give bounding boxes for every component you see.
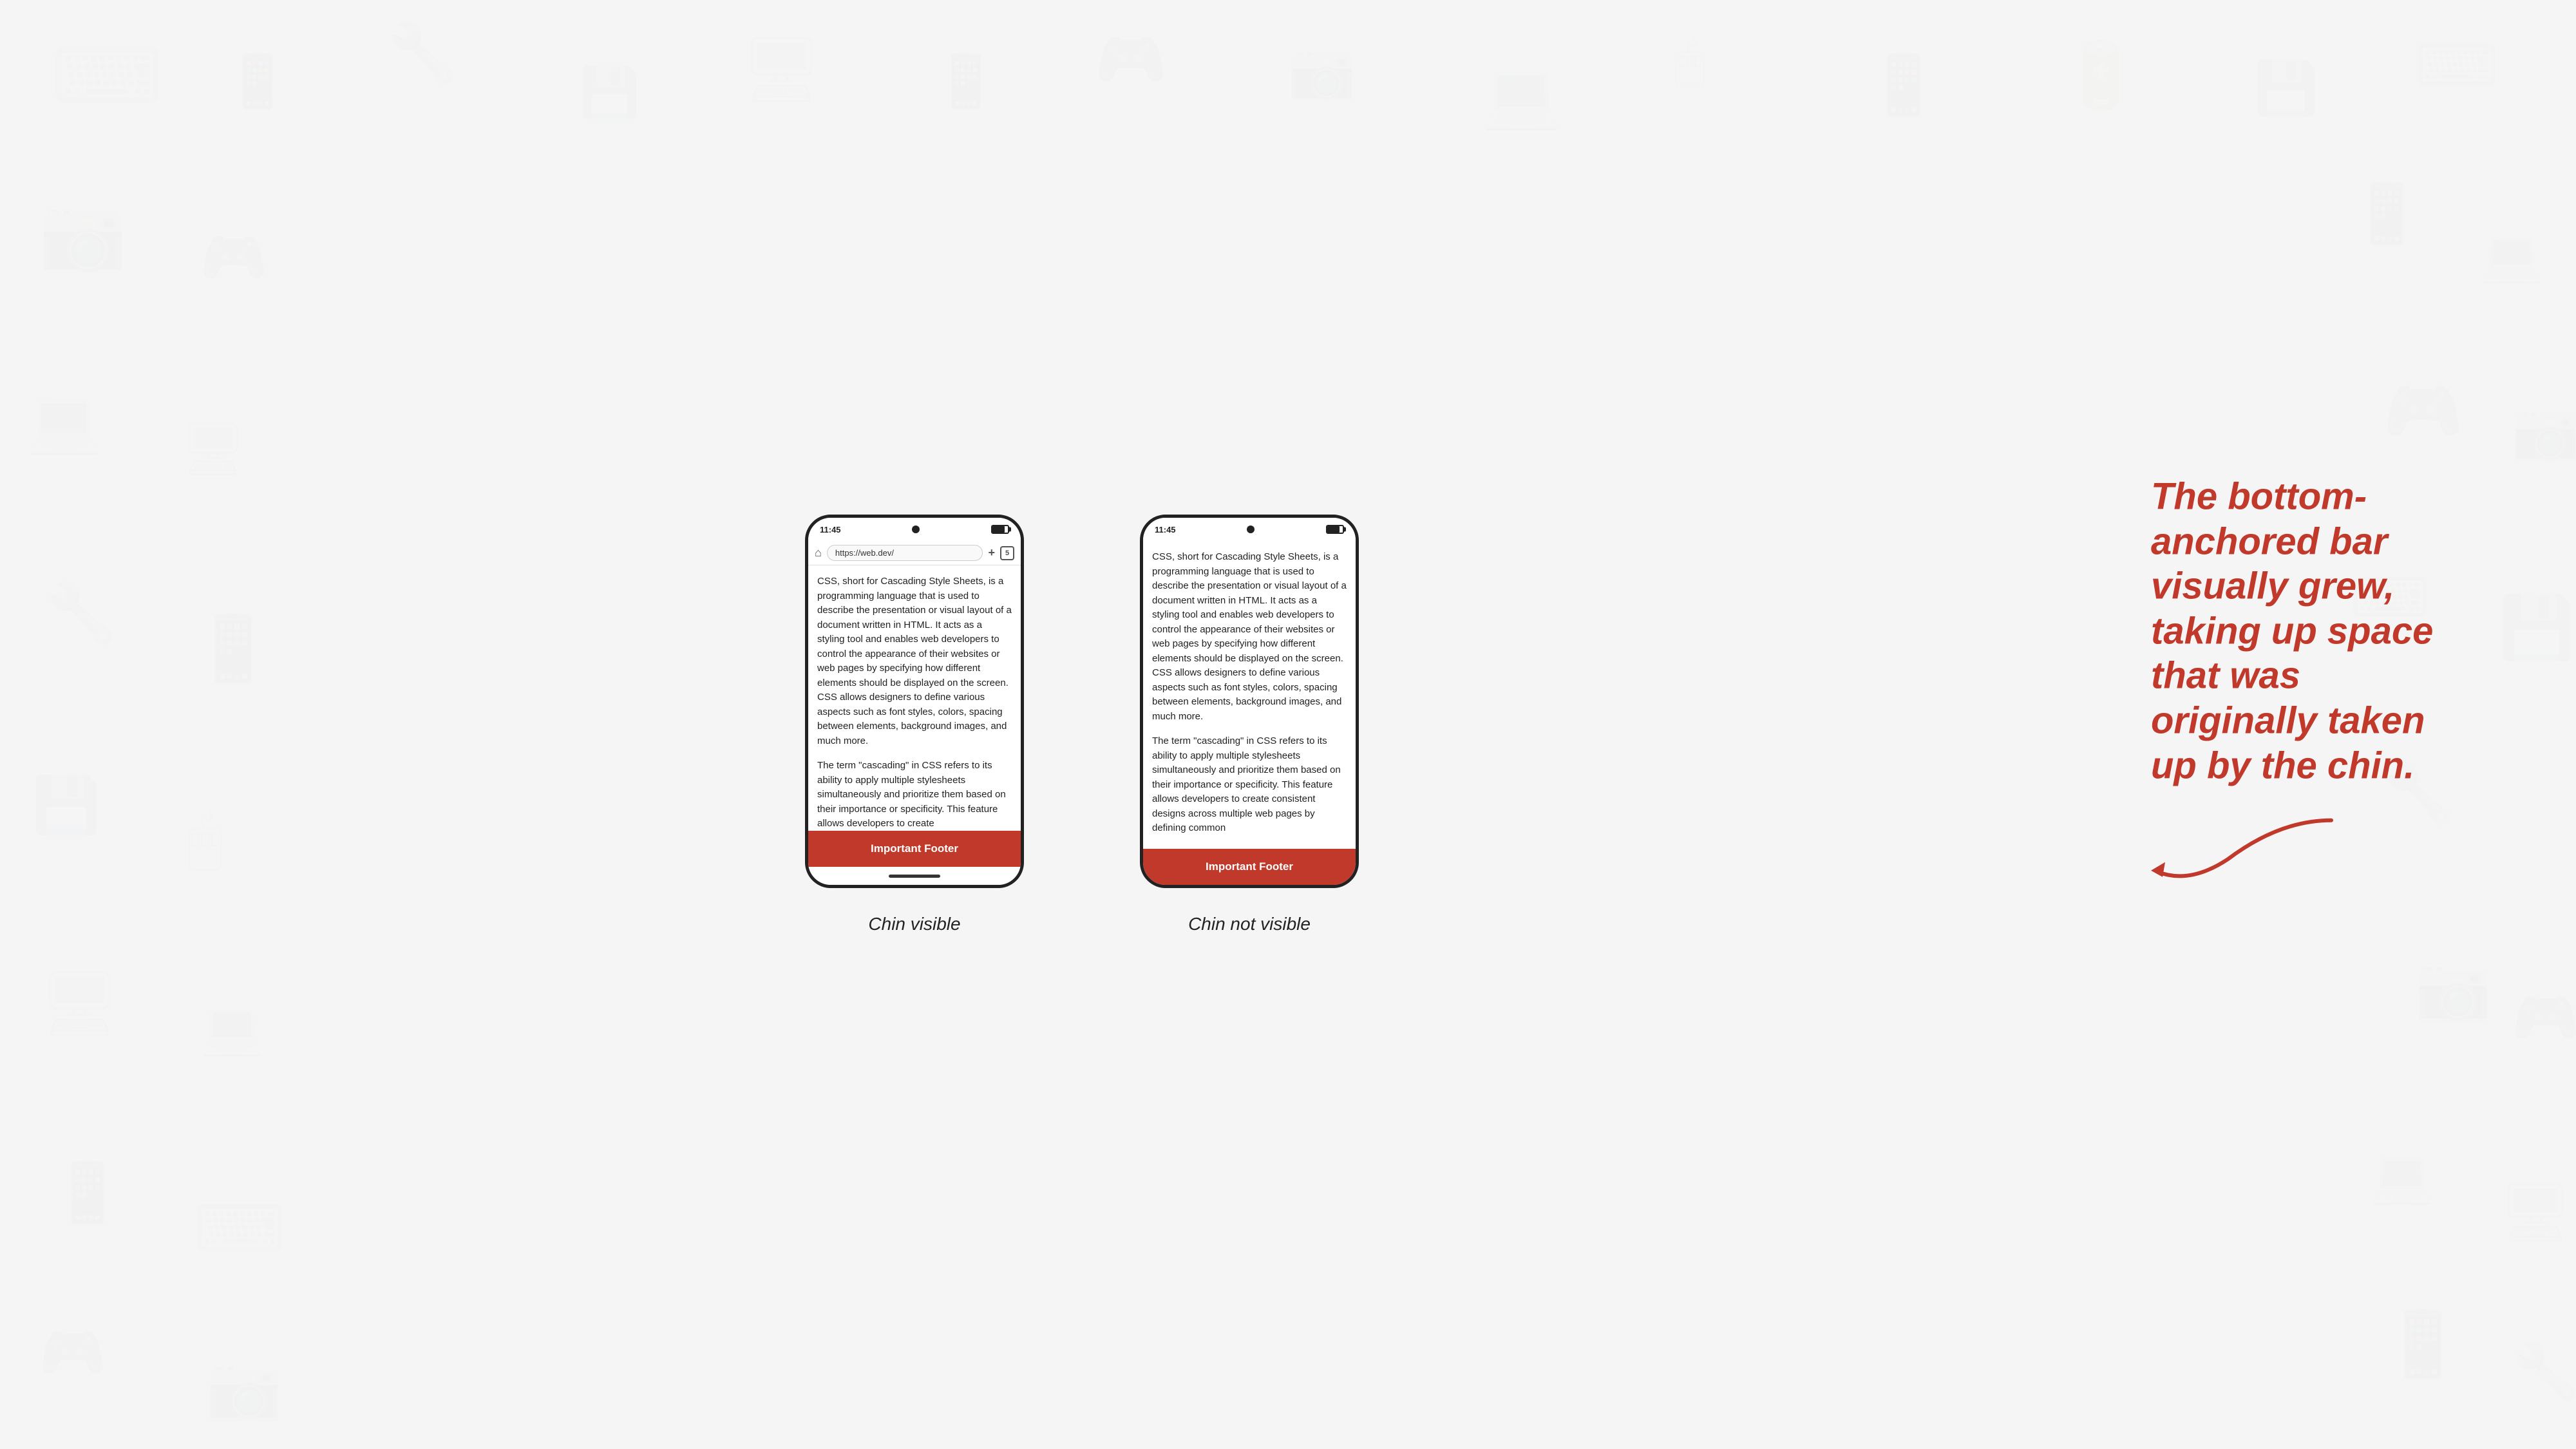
status-bar-1: 11:45 [808, 518, 1021, 541]
phone-mockup-1: 11:45 ⌂ https://web.dev/ + 5 CSS, short … [805, 515, 1024, 888]
content-paragraph-1-0: CSS, short for Cascading Style Sheets, i… [817, 574, 1012, 748]
phone-footer-2: Important Footer [1143, 849, 1356, 885]
plus-icon-1[interactable]: + [988, 546, 995, 560]
annotation-container: The bottom-anchored barvisually grew,tak… [2151, 475, 2524, 891]
phone-mockup-2: 11:45 CSS, short for Cascading Style She… [1140, 515, 1359, 888]
caption-chin-visible: Chin visible [868, 914, 960, 934]
battery-fill-2 [1327, 526, 1340, 533]
battery-fill-1 [992, 526, 1005, 533]
status-time-1: 11:45 [820, 525, 841, 535]
phone-footer-1: Important Footer [808, 831, 1021, 867]
arrow-container [2151, 808, 2524, 891]
main-content: 11:45 ⌂ https://web.dev/ + 5 CSS, short … [805, 515, 1359, 934]
camera-dot-1 [912, 526, 920, 533]
chin-bar-1 [889, 875, 940, 878]
phone-content-2: CSS, short for Cascading Style Sheets, i… [1143, 541, 1356, 849]
footer-label-1: Important Footer [871, 842, 958, 855]
phone-chin-visible: 11:45 ⌂ https://web.dev/ + 5 CSS, short … [805, 515, 1024, 934]
content-paragraph-2-1: The term "cascading" in CSS refers to it… [1152, 734, 1347, 836]
tab-count-1[interactable]: 5 [1000, 546, 1014, 560]
annotation-line-originally-taken: originally taken [2151, 700, 2425, 742]
phone-chin-not-visible: 11:45 CSS, short for Cascading Style She… [1140, 515, 1359, 934]
caption-chin-not-visible: Chin not visible [1188, 914, 1311, 934]
home-icon-1[interactable]: ⌂ [815, 546, 822, 560]
status-bar-2: 11:45 [1143, 518, 1356, 541]
battery-icon-1 [991, 525, 1009, 534]
content-paragraph-2-0: CSS, short for Cascading Style Sheets, i… [1152, 550, 1347, 724]
annotation-line-that-was: that was [2151, 655, 2300, 697]
address-bar-1: ⌂ https://web.dev/ + 5 [808, 541, 1021, 565]
footer-label-2: Important Footer [1206, 860, 1293, 873]
status-time-2: 11:45 [1155, 525, 1176, 535]
annotation-text: The bottom-anchored barvisually grew,tak… [2151, 475, 2524, 788]
phone-content-1: CSS, short for Cascading Style Sheets, i… [808, 565, 1021, 831]
battery-icon-2 [1326, 525, 1344, 534]
content-paragraph-1-1: The term "cascading" in CSS refers to it… [817, 759, 1012, 831]
url-field-1[interactable]: https://web.dev/ [827, 545, 983, 561]
phone-chin-1 [808, 867, 1021, 885]
camera-dot-2 [1247, 526, 1255, 533]
annotation-arrow [2151, 808, 2357, 891]
